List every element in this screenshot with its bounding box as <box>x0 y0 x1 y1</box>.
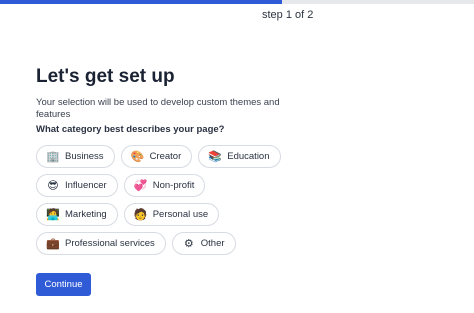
progress-bar <box>0 0 474 4</box>
category-chip-influencer[interactable]: 😎 Influencer <box>36 174 118 197</box>
category-chip-label: Business <box>65 151 104 162</box>
category-chip-label: Education <box>227 151 270 162</box>
person-at-laptop-icon: 🧑‍💻 <box>46 208 60 221</box>
category-chip-education[interactable]: 📚 Education <box>198 145 281 168</box>
category-chip-label: Creator <box>149 151 182 162</box>
category-chip-label: Personal use <box>152 209 209 220</box>
progress-bar-fill <box>0 0 283 4</box>
page-title: Let's get set up <box>36 66 175 87</box>
person-face-icon: 🧑 <box>133 208 148 221</box>
category-chip-label: Other <box>200 238 225 249</box>
office-building-icon: 🏢 <box>46 150 60 163</box>
category-row: 😎 Influencer 💞 Non-profit <box>36 174 436 197</box>
gear-icon: ⚙ <box>183 237 194 250</box>
category-options: 🏢 Business 🎨 Creator 📚 Education 😎 Influ… <box>36 145 436 255</box>
category-chip-business[interactable]: 🏢 Business <box>36 145 115 168</box>
category-chip-personal-use[interactable]: 🧑 Personal use <box>123 203 220 226</box>
continue-button[interactable]: Continue <box>36 273 91 296</box>
category-row: 🏢 Business 🎨 Creator 📚 Education <box>36 145 436 168</box>
briefcase-icon: 💼 <box>46 237 60 250</box>
category-chip-label: Professional services <box>65 238 155 249</box>
category-chip-marketing[interactable]: 🧑‍💻 Marketing <box>36 203 118 226</box>
category-question: What category best describes your page? <box>36 124 225 135</box>
category-chip-label: Non-profit <box>152 180 195 191</box>
category-chip-non-profit[interactable]: 💞 Non-profit <box>123 174 206 197</box>
page-subtitle: Your selection will be used to develop c… <box>36 97 280 120</box>
category-chip-creator[interactable]: 🎨 Creator <box>120 145 193 168</box>
category-chip-label: Influencer <box>65 180 107 191</box>
category-chip-professional-services[interactable]: 💼 Professional services <box>36 232 166 255</box>
category-row: 🧑‍💻 Marketing 🧑 Personal use <box>36 203 436 226</box>
heart-icon: 💞 <box>133 179 148 192</box>
step-indicator: step 1 of 2 <box>262 9 314 21</box>
artist-palette-icon: 🎨 <box>130 150 145 163</box>
category-chip-other[interactable]: ⚙ Other <box>171 232 236 255</box>
sunglasses-face-icon: 😎 <box>47 179 59 192</box>
category-chip-label: Marketing <box>65 209 107 220</box>
books-icon: 📚 <box>208 150 223 163</box>
category-row: 💼 Professional services ⚙ Other <box>36 232 436 255</box>
